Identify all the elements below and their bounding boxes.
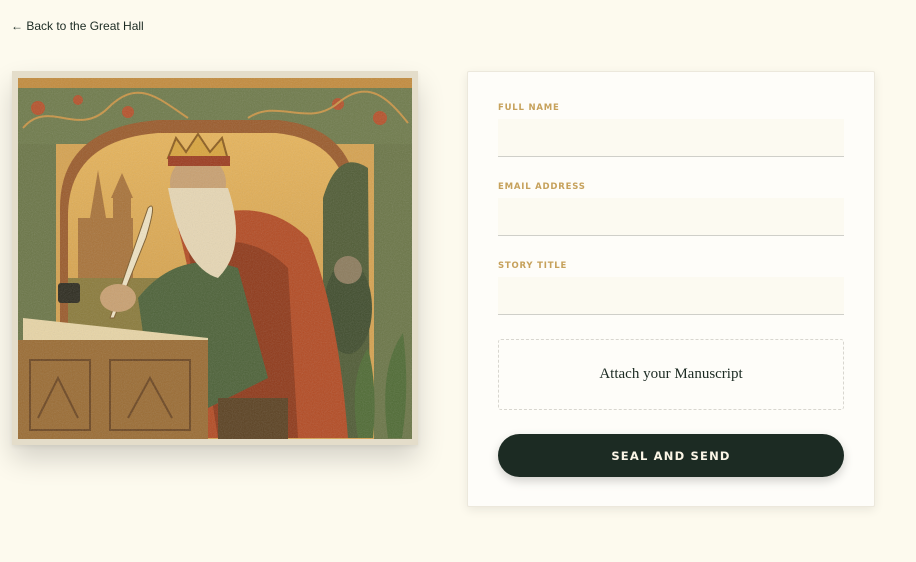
story-title-field: STORY TITLE xyxy=(498,261,844,315)
email-input[interactable] xyxy=(498,198,844,236)
submission-form: FULL NAME EMAIL ADDRESS STORY TITLE Atta… xyxy=(467,71,875,507)
illustration-frame xyxy=(12,71,418,445)
full-name-input[interactable] xyxy=(498,119,844,157)
email-label: EMAIL ADDRESS xyxy=(498,182,586,192)
attach-manuscript-dropzone[interactable]: Attach your Manuscript xyxy=(498,339,844,410)
story-title-input[interactable] xyxy=(498,277,844,315)
scribe-king-illustration xyxy=(18,78,412,439)
email-field: EMAIL ADDRESS xyxy=(498,182,844,236)
seal-and-send-button[interactable]: SEAL AND SEND xyxy=(498,434,844,477)
back-to-great-hall-link[interactable]: ← Back to the Great Hall xyxy=(11,19,144,33)
story-title-label: STORY TITLE xyxy=(498,261,568,271)
full-name-field: FULL NAME xyxy=(498,103,844,157)
full-name-label: FULL NAME xyxy=(498,103,560,113)
attach-manuscript-label: Attach your Manuscript xyxy=(599,366,743,382)
